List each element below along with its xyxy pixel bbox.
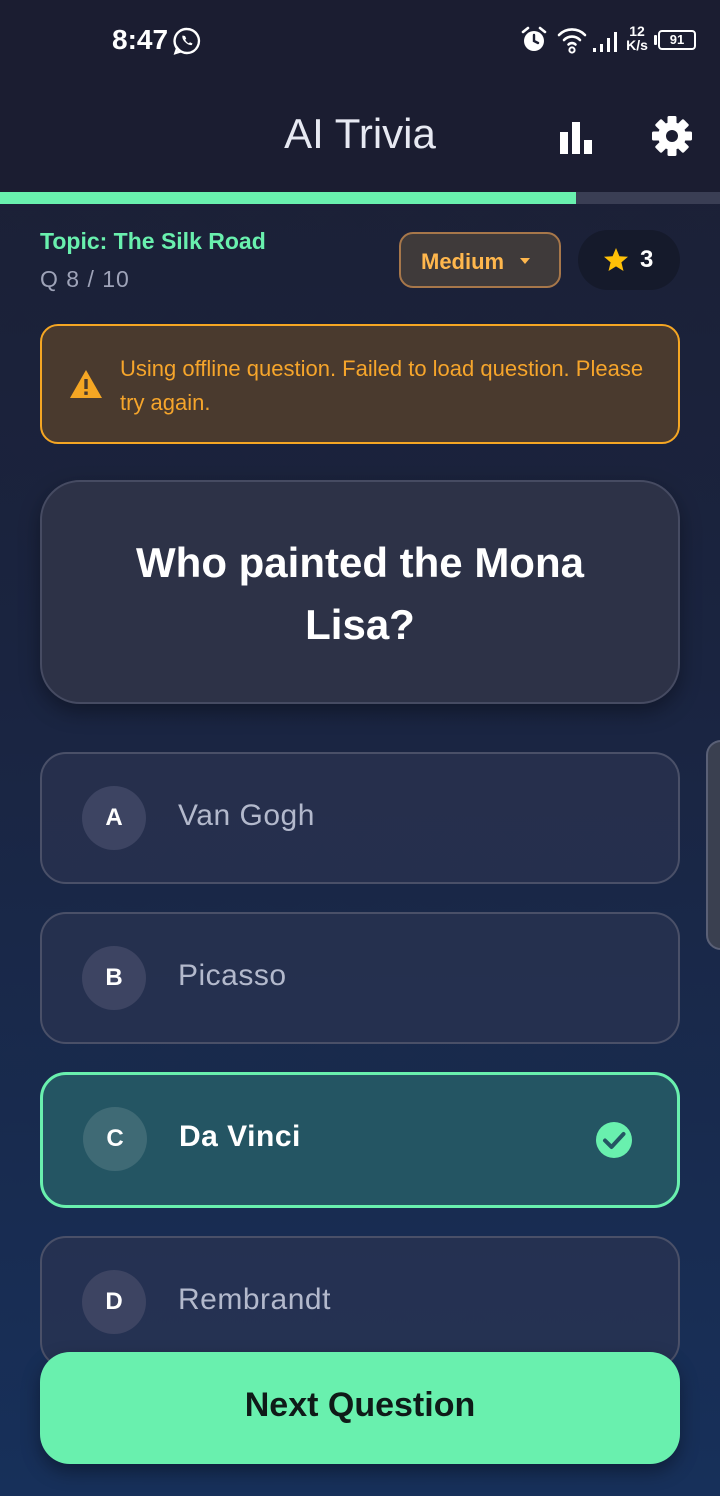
answer-option-a[interactable]: A Van Gogh bbox=[40, 752, 680, 884]
app-bar: AI Trivia bbox=[0, 80, 720, 192]
question-text: Who painted the Mona Lisa? bbox=[136, 539, 584, 648]
gear-icon[interactable] bbox=[650, 114, 694, 158]
question-counter: Q 8 / 10 bbox=[40, 266, 130, 292]
option-letter: A bbox=[82, 786, 146, 850]
option-letter: D bbox=[82, 1270, 146, 1334]
offline-warning-banner: Using offline question. Failed to load q… bbox=[40, 324, 680, 444]
net-speed-value: 12 bbox=[629, 23, 645, 39]
warning-message: Using offline question. Failed to load q… bbox=[120, 356, 644, 415]
quiz-progress-bar bbox=[0, 192, 720, 204]
next-question-button[interactable]: Next Question bbox=[40, 1352, 680, 1464]
topic-label: Topic: The Silk Road bbox=[40, 228, 266, 254]
net-speed: 12 K/s bbox=[622, 24, 652, 52]
edge-panel-handle[interactable] bbox=[706, 740, 720, 950]
difficulty-value: Medium bbox=[421, 249, 505, 274]
answer-option-c[interactable]: C Da Vinci bbox=[40, 1072, 680, 1208]
answer-option-b[interactable]: B Picasso bbox=[40, 912, 680, 1044]
battery-tip bbox=[654, 35, 657, 45]
option-text: Picasso bbox=[178, 959, 287, 992]
net-speed-unit: K/s bbox=[626, 37, 648, 53]
app-title: AI Trivia bbox=[284, 110, 436, 157]
difficulty-dropdown[interactable]: Medium bbox=[399, 232, 561, 288]
warning-icon bbox=[70, 370, 102, 398]
option-text: Van Gogh bbox=[178, 799, 315, 832]
status-icons: 12 K/s 91 bbox=[500, 22, 720, 58]
quiz-progress-fill bbox=[0, 192, 576, 204]
question-card: Who painted the Mona Lisa? bbox=[40, 480, 680, 704]
bar-chart-icon[interactable] bbox=[556, 118, 596, 158]
battery-icon: 91 bbox=[658, 30, 696, 50]
check-circle-icon bbox=[596, 1122, 632, 1158]
option-letter: C bbox=[83, 1107, 147, 1171]
alarm-icon bbox=[521, 26, 547, 51]
whatsapp-icon bbox=[173, 27, 201, 55]
answer-option-d[interactable]: D Rembrandt bbox=[40, 1236, 680, 1368]
score-value: 3 bbox=[640, 246, 654, 273]
next-question-label: Next Question bbox=[244, 1386, 476, 1424]
chevron-down-icon bbox=[520, 258, 530, 264]
option-letter: B bbox=[82, 946, 146, 1010]
signal-icon bbox=[593, 32, 617, 52]
status-time: 8:47 bbox=[112, 24, 169, 55]
status-bar: 8:47 12 K/s 91 bbox=[0, 0, 720, 80]
option-text: Da Vinci bbox=[179, 1120, 301, 1153]
wifi-icon bbox=[557, 28, 587, 54]
star-icon bbox=[604, 248, 628, 271]
score-badge: 3 bbox=[578, 230, 680, 290]
option-text: Rembrandt bbox=[178, 1283, 331, 1316]
